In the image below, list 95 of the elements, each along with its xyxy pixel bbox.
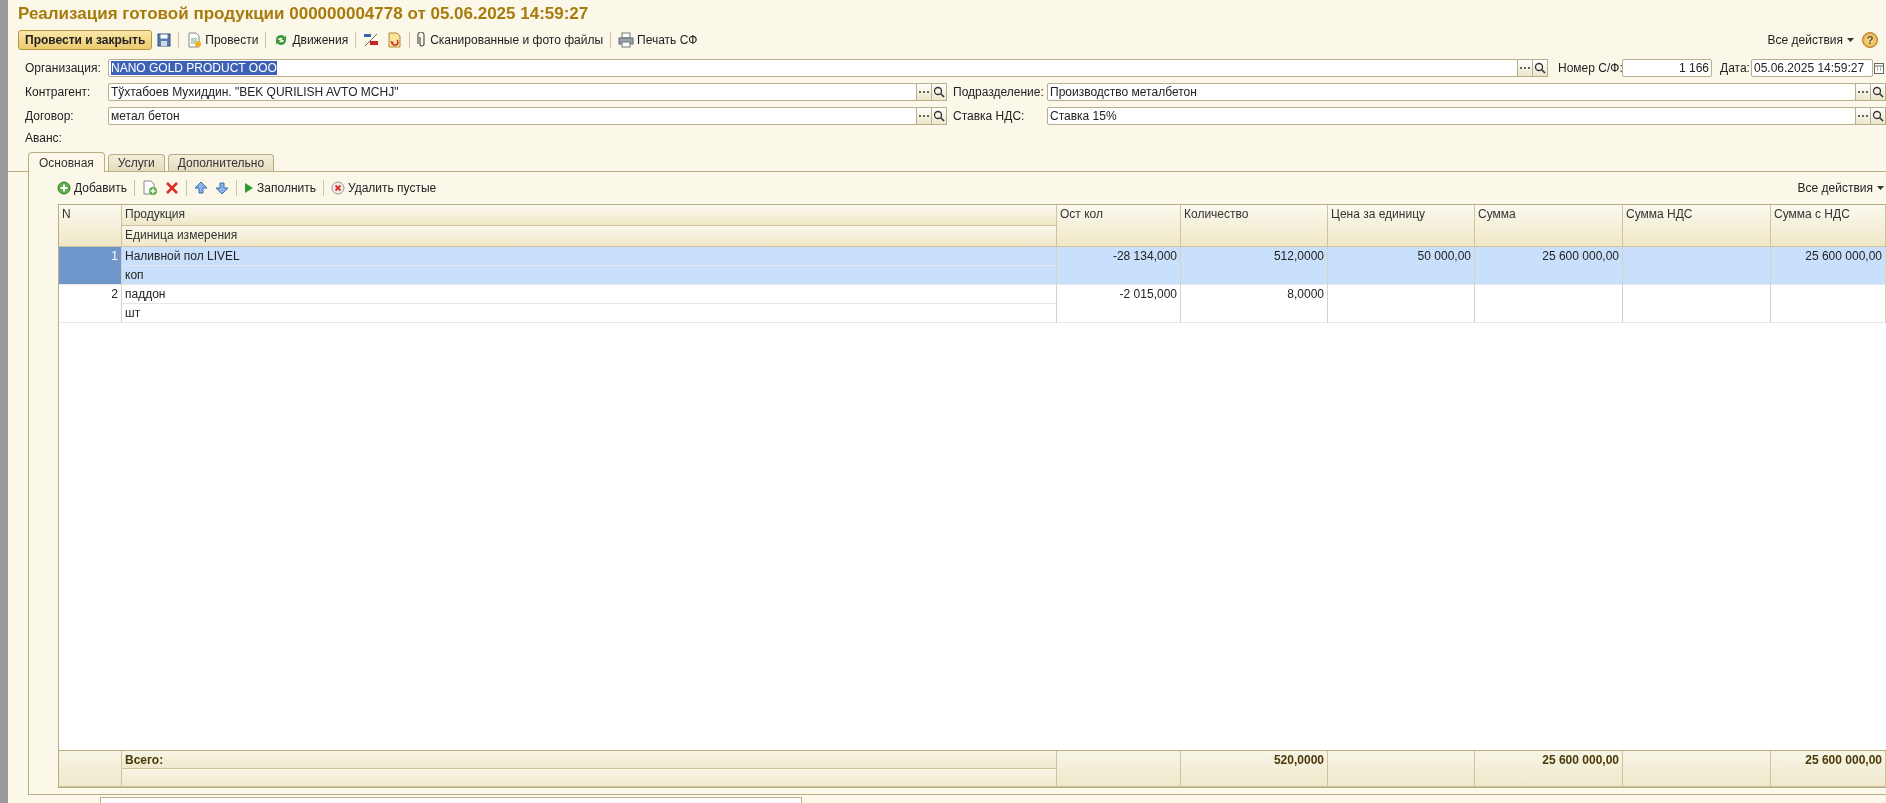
input-field[interactable]: Тўхтабоев Мухиддин. "BEK QURILISH AVTO MCHJ"	[108, 83, 917, 101]
toolbar-button[interactable]: Провести	[184, 32, 261, 48]
more-icon	[918, 114, 930, 118]
paperclip-icon	[417, 32, 428, 48]
tab[interactable]: Основная	[28, 152, 105, 172]
delete-icon[interactable]	[165, 181, 180, 195]
caret-icon	[1877, 186, 1884, 190]
all-actions-menu[interactable]: Все действия	[1767, 33, 1854, 47]
total-cell: 25 600 000,00	[1475, 751, 1623, 787]
delete-icon	[330, 181, 345, 195]
field-label: Контрагент:	[25, 85, 92, 99]
toolbar-button[interactable]: Движения	[271, 32, 351, 48]
choose-button[interactable]	[1855, 83, 1871, 101]
play-icon	[244, 182, 255, 194]
row-number-cell: 1	[59, 247, 122, 285]
all-actions-menu[interactable]: Все действия	[1797, 181, 1884, 195]
total-cell: 25 600 000,00	[1771, 751, 1886, 787]
row-number-cell: 2	[59, 285, 122, 323]
field-label: Номер С/Ф:	[1558, 61, 1622, 75]
more-icon	[1857, 90, 1869, 94]
input-field[interactable]: Производство металбетон	[1047, 83, 1856, 101]
input-field[interactable]: Ставка 15%	[1047, 107, 1856, 125]
copy-icon[interactable]	[142, 180, 159, 196]
column-header[interactable]: Цена за единицу	[1328, 205, 1475, 247]
table-cell: 8,0000	[1181, 285, 1328, 323]
input-field[interactable]: NANO GOLD PRODUCT OOO	[108, 59, 1518, 77]
column-header[interactable]: Сумма НДС	[1623, 205, 1771, 247]
field-label: Ставка НДС:	[953, 109, 1026, 123]
total-cell: 520,0000	[1181, 751, 1328, 787]
table-cell: шт	[122, 304, 1057, 323]
document-icon	[186, 32, 203, 48]
caret-icon	[1847, 38, 1854, 42]
more-icon	[1857, 114, 1869, 118]
input-field[interactable]: метал бетон	[108, 107, 917, 125]
table-cell: коп	[122, 266, 1057, 285]
column-header[interactable]: Сумма с НДС	[1771, 205, 1886, 247]
search-button[interactable]	[931, 107, 947, 125]
toolbar-button[interactable]: Печать СФ	[616, 32, 700, 48]
choose-button[interactable]	[916, 83, 932, 101]
date-field[interactable]: 05.06.2025 14:59:27	[1751, 59, 1873, 77]
toolbar-button[interactable]: Добавить	[55, 181, 130, 195]
field-label: Дата:	[1720, 61, 1751, 75]
choose-button[interactable]	[1855, 107, 1871, 125]
table-cell: -2 015,000	[1057, 285, 1181, 323]
post-and-close-button[interactable]: Провести и закрыть	[18, 30, 153, 50]
search-icon	[1534, 62, 1546, 74]
up-arrow-icon[interactable]	[194, 181, 209, 195]
column-header[interactable]: Количество	[1181, 205, 1328, 247]
table-cell: 50 000,00	[1328, 247, 1475, 285]
table-cell: Наливной пол LIVEL	[122, 247, 1057, 266]
search-icon	[933, 86, 945, 98]
total-cell	[59, 751, 122, 787]
search-icon	[933, 110, 945, 122]
search-button[interactable]	[1532, 59, 1548, 77]
table-cell: 25 600 000,00	[1771, 247, 1886, 285]
choose-button[interactable]	[1517, 59, 1533, 77]
table-cell: паддон	[122, 285, 1057, 304]
field-label: Организация:	[25, 61, 102, 75]
table-row[interactable]: 2 паддон шт -2 015,000 8,0000	[59, 285, 1886, 323]
search-icon	[1872, 110, 1884, 122]
tab[interactable]: Дополнительно	[167, 154, 275, 171]
column-header[interactable]: Ост кол	[1057, 205, 1181, 247]
document-icon[interactable]	[386, 32, 403, 48]
printer-icon	[618, 32, 635, 48]
search-icon	[1872, 86, 1884, 98]
down-arrow-icon[interactable]	[215, 181, 230, 195]
search-button[interactable]	[931, 83, 947, 101]
table-cell: 512,0000	[1181, 247, 1328, 285]
field-label: Аванс:	[25, 131, 63, 145]
total-label: Всего:	[122, 751, 1057, 769]
more-icon	[1519, 66, 1531, 70]
choose-button[interactable]	[916, 107, 932, 125]
toolbar-button[interactable]: Сканированные и фото файлы	[415, 32, 606, 48]
field-label: Подразделение:	[953, 85, 1045, 99]
table-row[interactable]: 1 Наливной пол LIVEL коп -28 134,000 512,0000 50 000,00 25 600 000,00 25 600 000,00	[59, 247, 1886, 285]
column-header[interactable]: Единица измерения	[122, 226, 1057, 247]
field-label: Договор:	[25, 109, 75, 123]
more-icon	[918, 90, 930, 94]
tab[interactable]: Услуги	[107, 154, 165, 171]
table-cell: 25 600 000,00	[1475, 247, 1623, 285]
save-icon[interactable]	[157, 33, 172, 47]
column-header[interactable]: N	[59, 205, 122, 247]
input-field[interactable]: 1 166	[1622, 59, 1712, 77]
plus-icon	[57, 181, 71, 195]
search-button[interactable]	[1870, 83, 1886, 101]
toolbar-button[interactable]: Заполнить	[242, 181, 318, 195]
window-title: Реализация готовой продукции 000000004778 от 05.06.2025 14:59:27	[18, 3, 590, 25]
column-header[interactable]: Продукция	[122, 205, 1057, 226]
toolbar-button[interactable]: Удалить пустые	[328, 181, 439, 195]
ledger-icon[interactable]	[363, 32, 380, 48]
column-header[interactable]: Сумма	[1475, 205, 1623, 247]
search-button[interactable]	[1870, 107, 1886, 125]
help-button[interactable]: ?	[1862, 32, 1878, 48]
table-cell: -28 134,000	[1057, 247, 1181, 285]
input-field[interactable]	[100, 797, 802, 803]
